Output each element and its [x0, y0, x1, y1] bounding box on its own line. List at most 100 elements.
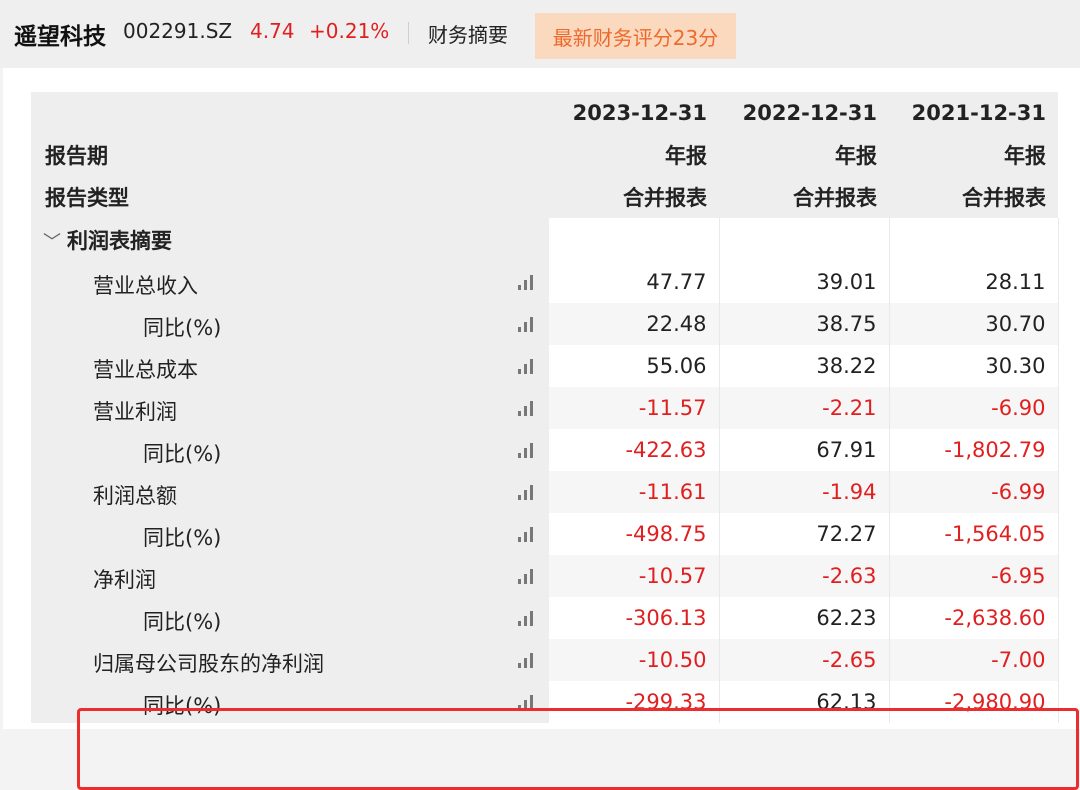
row-label-cell: 同比(%): [31, 429, 549, 471]
value-cell: -1,802.79: [889, 429, 1059, 471]
value-cell: -11.61: [549, 471, 720, 513]
table-row: 利润总额 -11.61 -1.94 -6.99: [31, 471, 1059, 513]
value-cell: -10.50: [549, 639, 720, 681]
row-label: 归属母公司股东的净利润: [93, 652, 324, 676]
column-date: 2023-12-31: [549, 92, 719, 134]
row-label: 同比(%): [143, 610, 222, 634]
value-cell: 72.27: [719, 513, 890, 555]
column-period: 年报: [719, 134, 889, 176]
value-cell: 67.91: [719, 429, 890, 471]
value-cell: 62.13: [719, 681, 890, 723]
period-label: 报告期: [31, 134, 549, 176]
bar-chart-icon[interactable]: [517, 442, 535, 458]
header-row-period: 报告期 年报 年报 年报: [31, 134, 1058, 176]
column-type: 合并报表: [719, 176, 889, 218]
table-row: 同比(%) -306.13 62.23 -2,638.60: [31, 597, 1059, 639]
row-label-cell: 同比(%): [31, 681, 549, 723]
value-cell: -2.21: [719, 387, 890, 429]
row-label: 营业总收入: [93, 274, 198, 298]
column-period: 年报: [889, 134, 1058, 176]
table-row: 营业利润 -11.57 -2.21 -6.90: [31, 387, 1059, 429]
bar-chart-icon[interactable]: [517, 568, 535, 584]
stock-change: +0.21%: [309, 19, 390, 43]
value-cell: -6.99: [889, 471, 1059, 513]
value-cell: -422.63: [549, 429, 720, 471]
bar-chart-icon[interactable]: [517, 610, 535, 626]
stock-price: 4.74: [250, 19, 295, 43]
value-cell: -1,564.05: [889, 513, 1059, 555]
table-row: 营业总成本 55.06 38.22 30.30: [31, 345, 1059, 387]
row-label: 同比(%): [143, 526, 222, 550]
stock-name: 遥望科技: [14, 24, 106, 50]
column-date: 2021-12-31: [889, 92, 1058, 134]
header-row-date: 2023-12-31 2022-12-31 2021-12-31: [31, 92, 1058, 134]
row-label: 营业总成本: [93, 358, 198, 382]
stock-code: 002291.SZ: [123, 19, 233, 43]
value-cell: -2.63: [719, 555, 890, 597]
row-label: 利润总额: [93, 484, 177, 508]
value-cell: -7.00: [889, 639, 1059, 681]
table-row: 净利润 -10.57 -2.63 -6.95: [31, 555, 1059, 597]
bar-chart-icon[interactable]: [517, 316, 535, 332]
column-type: 合并报表: [549, 176, 719, 218]
bar-chart-icon[interactable]: [517, 274, 535, 290]
section-label: 利润表摘要: [67, 228, 172, 253]
row-label-cell: 归属母公司股东的净利润: [31, 639, 549, 681]
value-cell: -2,980.90: [889, 681, 1059, 723]
chevron-down-icon[interactable]: ﹀: [43, 228, 61, 254]
row-label-cell: 同比(%): [31, 597, 549, 639]
bar-chart-icon[interactable]: [517, 694, 535, 710]
value-cell: 38.75: [719, 303, 890, 345]
value-cell: 47.77: [549, 261, 720, 303]
value-cell: -6.90: [889, 387, 1059, 429]
row-label-cell: 营业总成本: [31, 345, 549, 387]
financial-summary-panel: 2023-12-31 2022-12-31 2021-12-31 报告期 年报 …: [3, 68, 1080, 790]
value-cell: 62.23: [719, 597, 890, 639]
row-label-cell: 营业利润: [31, 387, 549, 429]
section-title: 财务摘要: [428, 23, 508, 47]
stock-header: 遥望科技 002291.SZ 4.74 +0.21% 财务摘要 最新财务评分23…: [0, 0, 1080, 68]
header-row-type: 报告类型 合并报表 合并报表 合并报表: [31, 176, 1058, 218]
column-type: 合并报表: [889, 176, 1058, 218]
header-corner: [31, 92, 549, 134]
bar-chart-icon[interactable]: [517, 652, 535, 668]
value-cell: -11.57: [549, 387, 720, 429]
value-cell: -1.94: [719, 471, 890, 513]
bar-chart-icon[interactable]: [517, 526, 535, 542]
value-cell: -299.33: [549, 681, 720, 723]
row-label: 营业利润: [93, 400, 177, 424]
value-cell: 55.06: [549, 345, 720, 387]
value-cell: 22.48: [549, 303, 720, 345]
bar-chart-icon[interactable]: [517, 400, 535, 416]
value-cell: -2.65: [719, 639, 890, 681]
row-label: 净利润: [93, 568, 156, 592]
row-label-cell: 净利润: [31, 555, 549, 597]
value-cell: -306.13: [549, 597, 720, 639]
value-cell: -6.95: [889, 555, 1059, 597]
table-row: 同比(%) -498.75 72.27 -1,564.05: [31, 513, 1059, 555]
value-cell: 38.22: [719, 345, 890, 387]
row-label-cell: 利润总额: [31, 471, 549, 513]
section-row[interactable]: ﹀ 利润表摘要: [31, 218, 1059, 261]
value-cell: 28.11: [889, 261, 1059, 303]
row-label: 同比(%): [143, 694, 222, 718]
row-label-cell: 营业总收入: [31, 261, 549, 303]
section-header[interactable]: ﹀ 利润表摘要: [31, 218, 549, 261]
financial-table: 2023-12-31 2022-12-31 2021-12-31 报告期 年报 …: [31, 92, 1059, 723]
row-label-cell: 同比(%): [31, 513, 549, 555]
row-label: 同比(%): [143, 316, 222, 340]
value-cell: 30.30: [889, 345, 1059, 387]
value-cell: 30.70: [889, 303, 1059, 345]
header-divider: [408, 22, 409, 44]
bar-chart-icon[interactable]: [517, 484, 535, 500]
row-label: 同比(%): [143, 442, 222, 466]
value-cell: -498.75: [549, 513, 720, 555]
type-label: 报告类型: [31, 176, 549, 218]
row-label-cell: 同比(%): [31, 303, 549, 345]
value-cell: 39.01: [719, 261, 890, 303]
table-row: 营业总收入 47.77 39.01 28.11: [31, 261, 1059, 303]
value-cell: -10.57: [549, 555, 720, 597]
bar-chart-icon[interactable]: [517, 358, 535, 374]
table-row: 归属母公司股东的净利润 -10.50 -2.65 -7.00: [31, 639, 1059, 681]
financial-score-badge[interactable]: 最新财务评分23分: [535, 13, 736, 59]
